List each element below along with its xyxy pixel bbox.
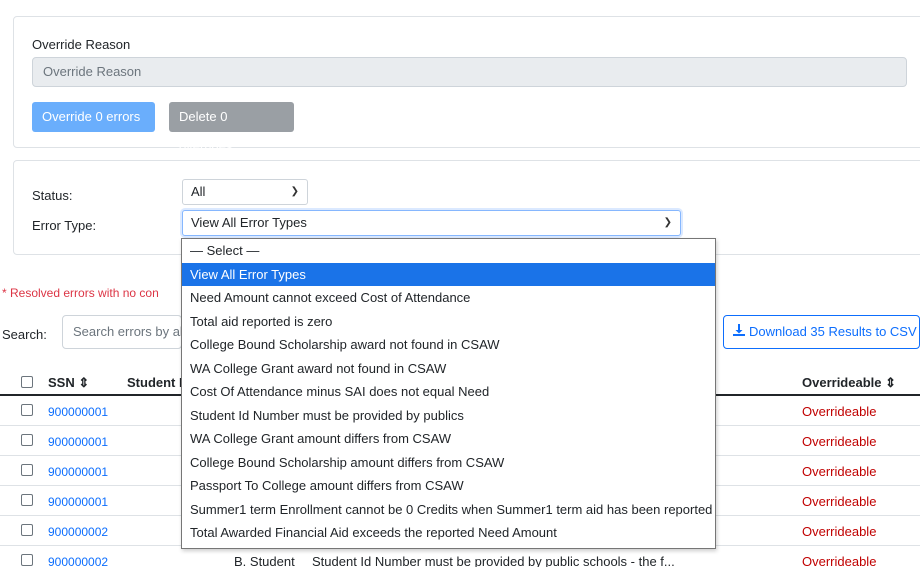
error-type-select[interactable]: View All Error Types ❯ xyxy=(182,210,681,236)
row-checkbox[interactable] xyxy=(21,404,33,416)
ssn-link[interactable]: 900000001 xyxy=(48,435,108,449)
overrideable-column-header[interactable]: Overrideable ⇕ xyxy=(802,375,896,391)
student-name: B. Student xyxy=(234,554,295,567)
dropdown-option[interactable]: Cost Of Attendance minus SAI does not eq… xyxy=(182,380,715,404)
student-column-header[interactable]: Student I xyxy=(127,375,183,390)
overrideable-status: Overrideable xyxy=(802,524,877,539)
row-checkbox[interactable] xyxy=(21,554,33,566)
dropdown-option[interactable]: Total Awarded Financial Aid exceeds the … xyxy=(182,521,715,545)
override-reason-label: Override Reason xyxy=(32,37,131,52)
dropdown-option[interactable]: WA College Grant award not found in CSAW xyxy=(182,357,715,381)
dropdown-option[interactable]: College Bound Scholarship award not foun… xyxy=(182,333,715,357)
status-select-value: All xyxy=(191,184,206,199)
table-row: 900000002 B. Student Student Id Number m… xyxy=(0,546,920,567)
dropdown-option[interactable]: WA College Grant amount differs from CSA… xyxy=(182,427,715,451)
dropdown-option[interactable]: Need Amount cannot exceed Cost of Attend… xyxy=(182,286,715,310)
overrideable-status: Overrideable xyxy=(802,554,877,567)
override-reason-input[interactable]: Override Reason xyxy=(32,57,907,87)
ssn-link[interactable]: 900000001 xyxy=(48,495,108,509)
overrideable-status: Overrideable xyxy=(802,404,877,419)
status-label: Status: xyxy=(32,188,73,203)
error-type-select-value: View All Error Types xyxy=(191,215,307,230)
dropdown-option-selected[interactable]: View All Error Types xyxy=(182,262,715,286)
dropdown-option[interactable]: Passport To College amount differs from … xyxy=(182,474,715,498)
row-checkbox[interactable] xyxy=(21,524,33,536)
ssn-link[interactable]: 900000002 xyxy=(48,525,108,539)
dropdown-option[interactable]: College Bound Scholarship amount differs… xyxy=(182,451,715,475)
download-csv-label: Download 35 Results to CSV xyxy=(749,324,917,339)
error-message: Student Id Number must be provided by pu… xyxy=(312,554,675,567)
dropdown-option[interactable]: — Select — xyxy=(182,239,715,263)
dropdown-option[interactable]: Summer1 term Enrollment cannot be 0 Cred… xyxy=(182,498,715,522)
select-all-checkbox[interactable] xyxy=(21,376,33,388)
overrideable-status: Overrideable xyxy=(802,494,877,509)
search-input[interactable]: Search errors by all xyxy=(62,315,182,349)
download-csv-button[interactable]: Download 35 Results to CSV xyxy=(723,315,920,349)
ssn-column-header[interactable]: SSN ⇕ xyxy=(48,375,89,391)
overrideable-status: Overrideable xyxy=(802,464,877,479)
override-errors-button[interactable]: Override 0 errors xyxy=(32,102,155,132)
chevron-down-icon: ❯ xyxy=(290,186,299,197)
download-icon xyxy=(733,316,745,348)
resolved-errors-note: * Resolved errors with no con xyxy=(2,286,159,300)
delete-overrides-button[interactable]: Delete 0 overrides xyxy=(169,102,294,154)
ssn-link[interactable]: 900000001 xyxy=(48,465,108,479)
row-checkbox[interactable] xyxy=(21,464,33,476)
error-type-label: Error Type: xyxy=(32,218,97,233)
error-type-dropdown-list: — Select — View All Error Types Need Amo… xyxy=(181,238,716,549)
overrideable-status: Overrideable xyxy=(802,434,877,449)
override-panel: Override Reason Override Reason Override… xyxy=(13,16,920,154)
chevron-down-icon: ❯ xyxy=(663,217,672,228)
dropdown-option[interactable]: Total aid reported is zero xyxy=(182,310,715,334)
search-label: Search: xyxy=(2,327,47,342)
dropdown-option[interactable]: Student Id Number must be provided by pu… xyxy=(182,404,715,428)
ssn-link[interactable]: 900000002 xyxy=(48,555,108,567)
status-select[interactable]: All ❯ xyxy=(182,179,308,205)
row-checkbox[interactable] xyxy=(21,434,33,446)
ssn-link[interactable]: 900000001 xyxy=(48,405,108,419)
row-checkbox[interactable] xyxy=(21,494,33,506)
